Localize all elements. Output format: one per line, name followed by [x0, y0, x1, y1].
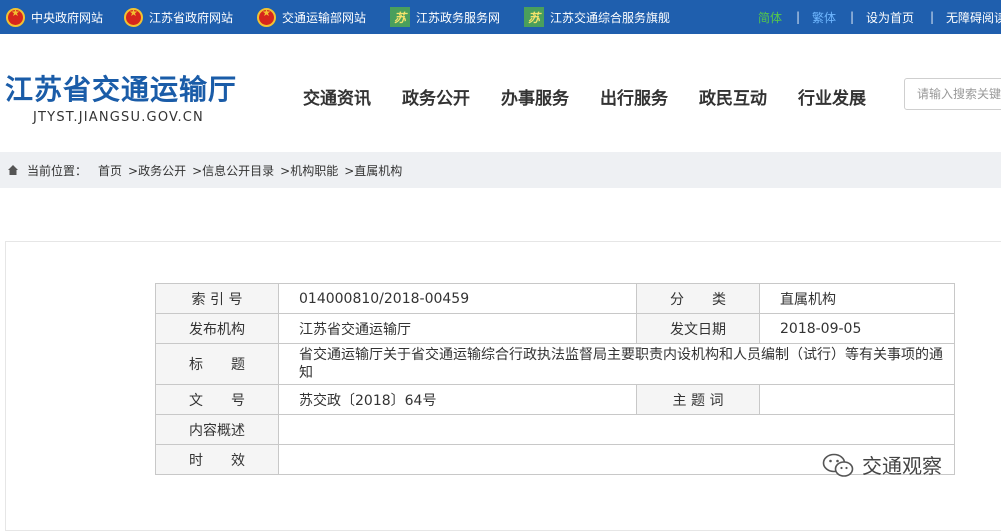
- publisher-value: 江苏省交通运输厅: [278, 313, 637, 344]
- title-value: 省交通运输厅关于省交通运输综合行政执法监督局主要职责内设机构和人员编制（试行）等…: [278, 343, 955, 385]
- su-logo-icon: 苏: [524, 7, 544, 27]
- accessibility-link[interactable]: 无障碍阅读: [946, 0, 1001, 34]
- breadcrumb-affiliated-orgs[interactable]: >直属机构: [344, 162, 402, 179]
- table-row: 发布机构 江苏省交通运输厅 发文日期 2018-09-05: [155, 313, 955, 344]
- traditional-chinese-link[interactable]: 繁体: [812, 0, 836, 34]
- breadcrumb-org-functions[interactable]: >机构职能: [280, 162, 338, 179]
- publisher-label: 发布机构: [155, 313, 279, 344]
- table-row: 内容概述: [155, 414, 955, 445]
- link-jiangsu-service[interactable]: 苏 江苏政务服务网: [390, 0, 500, 34]
- nav-services[interactable]: 办事服务: [501, 84, 569, 109]
- su-logo-icon: 苏: [390, 7, 410, 27]
- breadcrumb: 当前位置： 首页 >政务公开 >信息公开目录 >机构职能 >直属机构: [0, 152, 1001, 188]
- docno-label: 文 号: [155, 384, 279, 415]
- site-domain: JTYST.JIANGSU.GOV.CN: [33, 110, 204, 125]
- table-row: 标 题 省交通运输厅关于省交通运输综合行政执法监督局主要职责内设机构和人员编制（…: [155, 343, 955, 385]
- search-input[interactable]: [904, 78, 1001, 110]
- nav-public-interaction[interactable]: 政民互动: [699, 84, 767, 109]
- subject-label: 主 题 词: [636, 384, 760, 415]
- divider: |: [930, 10, 935, 24]
- breadcrumb-government-affairs[interactable]: >政务公开: [128, 162, 186, 179]
- top-bar: 中央政府网站 江苏省政府网站 交通运输部网站 苏 江苏政务服务网 苏 江苏交通综…: [0, 0, 1001, 34]
- divider: |: [850, 10, 855, 24]
- link-jiangsu-gov[interactable]: 江苏省政府网站: [124, 0, 233, 34]
- breadcrumb-label: 当前位置：: [27, 163, 88, 178]
- link-central-gov[interactable]: 中央政府网站: [6, 0, 103, 34]
- nav-industry-development[interactable]: 行业发展: [798, 84, 866, 109]
- watermark-text: 交通观察: [862, 454, 942, 478]
- simplified-chinese-link[interactable]: 简体: [758, 0, 782, 34]
- wechat-icon: [822, 453, 854, 477]
- national-emblem-icon: [124, 7, 143, 27]
- nav-travel-services[interactable]: 出行服务: [600, 84, 668, 109]
- national-emblem-icon: [6, 7, 25, 27]
- set-homepage-link[interactable]: 设为首页: [866, 0, 914, 34]
- divider: |: [796, 10, 801, 24]
- validity-label: 时 效: [155, 444, 279, 475]
- table-row: 索 引 号 014000810/2018-00459 分 类 直属机构: [155, 283, 955, 314]
- date-value: 2018-09-05: [759, 313, 955, 344]
- nav-transport-news[interactable]: 交通资讯: [303, 84, 371, 109]
- breadcrumb-home[interactable]: 首页: [98, 162, 122, 179]
- nav-government-affairs[interactable]: 政务公开: [402, 84, 470, 109]
- title-label: 标 题: [155, 343, 279, 385]
- home-icon: [8, 165, 18, 175]
- index-value: 014000810/2018-00459: [278, 283, 637, 314]
- site-title[interactable]: 江苏省交通运输厅: [5, 68, 237, 108]
- link-ministry-transport[interactable]: 交通运输部网站: [257, 0, 366, 34]
- breadcrumb-info-directory[interactable]: >信息公开目录: [192, 162, 274, 179]
- index-label: 索 引 号: [155, 283, 279, 314]
- docno-value: 苏交政〔2018〕64号: [278, 384, 637, 415]
- subject-value: [759, 384, 955, 415]
- document-info-table: 索 引 号 014000810/2018-00459 分 类 直属机构 发布机构…: [155, 283, 955, 475]
- date-label: 发文日期: [636, 313, 760, 344]
- category-label: 分 类: [636, 283, 760, 314]
- wechat-watermark: 交通观察: [822, 450, 942, 479]
- national-emblem-icon: [257, 7, 276, 27]
- link-transport-flagship[interactable]: 苏 江苏交通综合服务旗舰: [524, 0, 670, 34]
- summary-value: [278, 414, 955, 445]
- summary-label: 内容概述: [155, 414, 279, 445]
- category-value: 直属机构: [759, 283, 955, 314]
- table-row: 文 号 苏交政〔2018〕64号 主 题 词: [155, 384, 955, 415]
